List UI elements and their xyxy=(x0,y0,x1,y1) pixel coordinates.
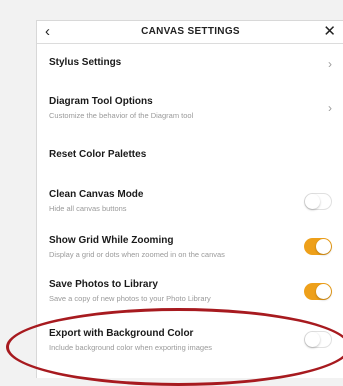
row-title: Reset Color Palettes xyxy=(49,149,147,160)
stylus-settings-row[interactable]: Stylus Settings › xyxy=(37,47,343,87)
toggle-knob xyxy=(305,332,320,347)
clean-canvas-mode-toggle[interactable] xyxy=(304,193,332,210)
canvas-settings-panel: ‹ CANVAS SETTINGS ✕ Stylus Settings › Di… xyxy=(36,20,343,378)
export-with-background-color-toggle[interactable] xyxy=(304,331,332,348)
save-photos-to-library-row: Save Photos to Library Save a copy of ne… xyxy=(37,271,343,311)
export-with-background-color-row: Export with Background Color Include bac… xyxy=(37,321,343,361)
row-subtitle: Include background color when exporting … xyxy=(49,343,213,352)
row-title: Clean Canvas Mode xyxy=(49,189,144,200)
close-icon[interactable]: ✕ xyxy=(323,21,336,43)
row-subtitle: Hide all canvas buttons xyxy=(49,204,127,213)
clean-canvas-mode-row: Clean Canvas Mode Hide all canvas button… xyxy=(37,181,343,221)
row-title: Export with Background Color xyxy=(49,328,194,339)
chevron-right-icon: › xyxy=(328,101,332,115)
toggle-knob xyxy=(316,284,331,299)
header-bar: ‹ CANVAS SETTINGS ✕ xyxy=(37,21,343,44)
row-subtitle: Customize the behavior of the Diagram to… xyxy=(49,111,194,120)
row-subtitle: Display a grid or dots when zoomed in on… xyxy=(49,250,225,259)
diagram-tool-options-row[interactable]: Diagram Tool Options Customize the behav… xyxy=(37,87,343,131)
toggle-knob xyxy=(305,194,320,209)
row-subtitle: Save a copy of new photos to your Photo … xyxy=(49,294,211,303)
reset-color-palettes-row[interactable]: Reset Color Palettes xyxy=(37,131,343,171)
row-title: Show Grid While Zooming xyxy=(49,235,174,246)
show-grid-while-zooming-row: Show Grid While Zooming Display a grid o… xyxy=(37,226,343,266)
show-grid-while-zooming-toggle[interactable] xyxy=(304,238,332,255)
chevron-right-icon: › xyxy=(328,57,332,71)
save-photos-to-library-toggle[interactable] xyxy=(304,283,332,300)
row-title: Stylus Settings xyxy=(49,57,122,68)
row-title: Diagram Tool Options xyxy=(49,96,153,107)
toggle-knob xyxy=(316,239,331,254)
page-title: CANVAS SETTINGS xyxy=(141,26,240,37)
row-title: Save Photos to Library xyxy=(49,279,158,290)
